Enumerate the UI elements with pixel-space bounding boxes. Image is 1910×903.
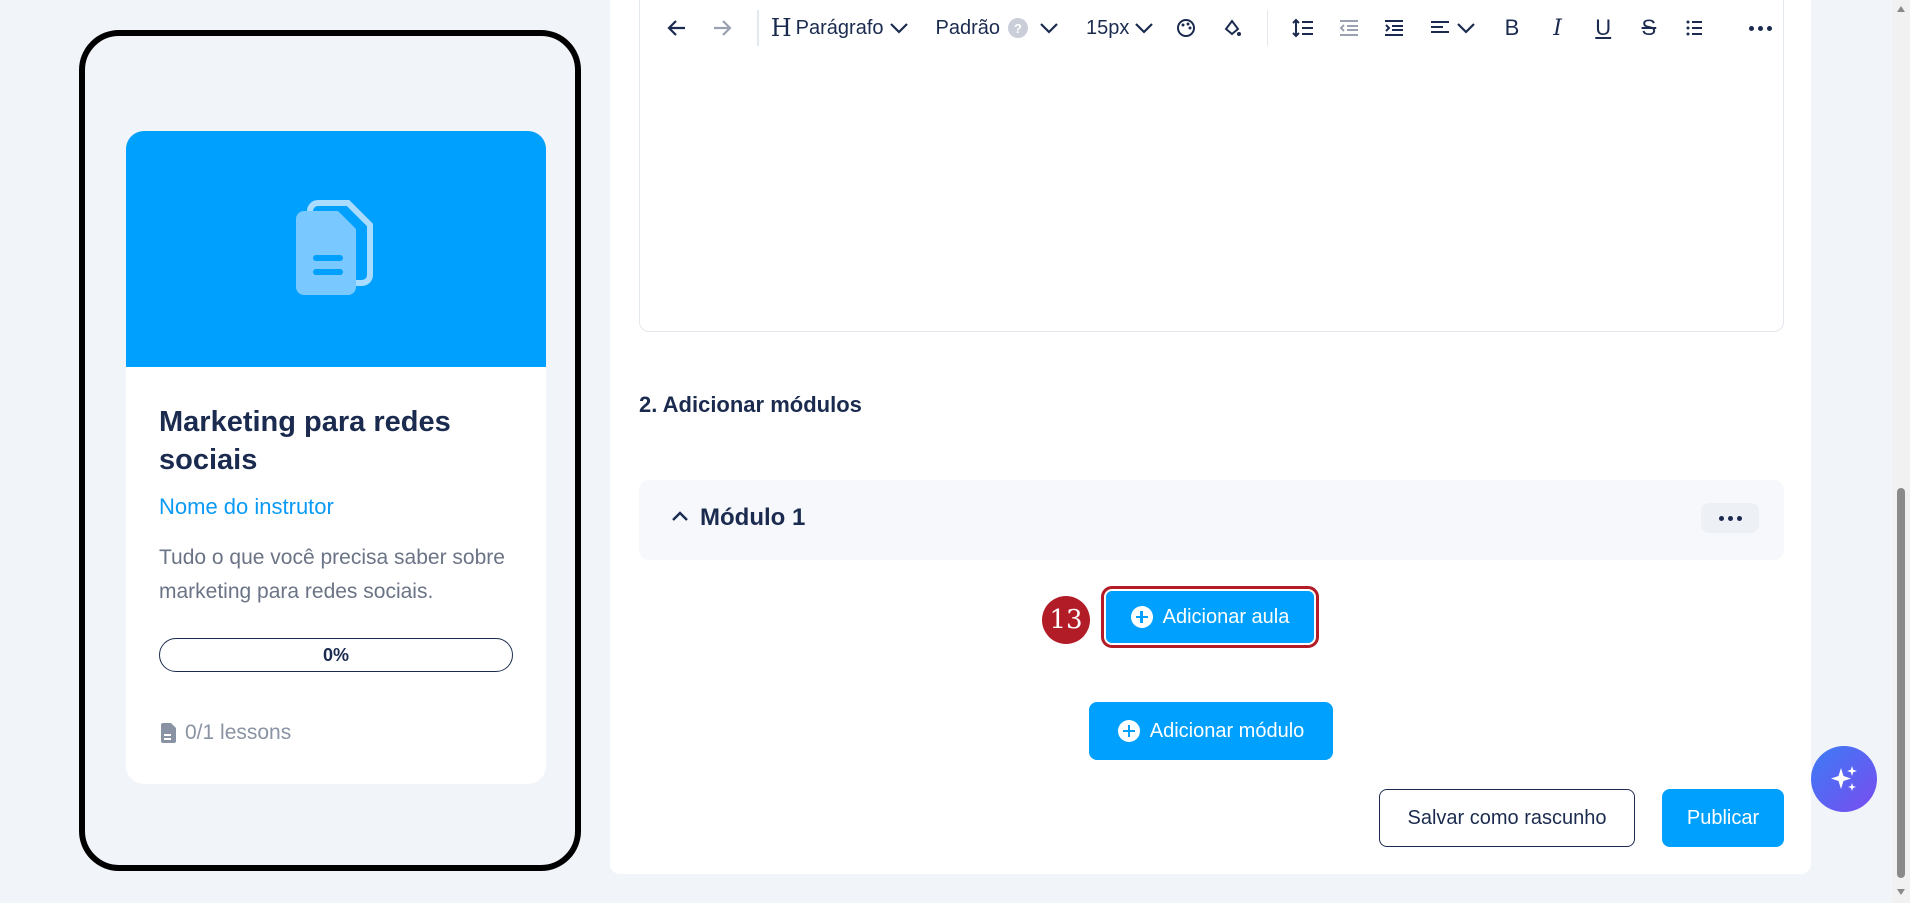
font-select[interactable]: Padrão ? (936, 8, 1061, 48)
scrollbar-thumb[interactable] (1897, 488, 1905, 878)
document-icon (296, 200, 373, 295)
undo-icon[interactable] (654, 8, 700, 48)
chevron-up-icon[interactable] (671, 510, 689, 522)
plus-circle-icon (1130, 606, 1153, 628)
chevron-down-icon (1135, 23, 1154, 34)
underline-icon[interactable]: U (1580, 8, 1626, 48)
block-type-select[interactable]: H Parágrafo (771, 8, 910, 48)
toolbar-divider (757, 10, 759, 46)
block-type-label: Parágrafo (795, 16, 884, 39)
course-title: Marketing para redes sociais (159, 406, 451, 476)
help-icon[interactable]: ? (1008, 18, 1029, 38)
lessons-icon (161, 723, 176, 743)
plus-circle-icon (1117, 720, 1140, 742)
add-module-button[interactable]: Adicionar módulo (1089, 702, 1333, 760)
outdent-icon[interactable] (1326, 8, 1372, 48)
bullet-list-icon[interactable] (1672, 8, 1718, 48)
publish-button[interactable]: Publicar (1662, 789, 1784, 847)
strikethrough-icon[interactable]: S (1626, 8, 1672, 48)
scroll-up-icon[interactable] (1897, 6, 1905, 12)
align-select[interactable] (1417, 8, 1477, 48)
chevron-down-icon (889, 23, 908, 34)
toolbar-divider (1266, 10, 1269, 46)
progress-bar: 0% (159, 638, 513, 672)
more-icon[interactable] (1737, 8, 1783, 48)
page-scrollbar[interactable] (1892, 0, 1910, 903)
italic-icon[interactable]: I (1535, 8, 1581, 48)
module-name: Módulo 1 (700, 504, 806, 531)
add-lesson-button[interactable]: Adicionar aula (1101, 586, 1319, 648)
course-banner (126, 131, 546, 367)
save-draft-button[interactable]: Salvar como rascunho (1379, 789, 1635, 847)
text-color-icon[interactable] (1163, 8, 1209, 48)
line-height-icon[interactable] (1280, 8, 1326, 48)
sparkles-icon (1831, 766, 1857, 791)
font-label: Padrão (935, 16, 1001, 39)
align-left-icon (1431, 21, 1450, 33)
bold-icon[interactable]: B (1489, 8, 1535, 48)
mobile-preview-frame: Marketing para redes sociais Nome do ins… (79, 30, 581, 871)
step-badge: 13 (1042, 596, 1090, 644)
course-card: Marketing para redes sociais Nome do ins… (126, 131, 546, 784)
ai-assistant-button[interactable] (1811, 746, 1877, 812)
lesson-count-label: 0/1 lessons (185, 721, 292, 744)
lesson-count: 0/1 lessons (159, 721, 291, 745)
module-more-icon[interactable] (1701, 503, 1759, 533)
font-size-select[interactable]: 15px (1086, 8, 1155, 48)
font-size-label: 15px (1086, 16, 1130, 39)
chevron-down-icon (1457, 23, 1475, 34)
add-lesson-label: Adicionar aula (1162, 605, 1290, 628)
rich-text-editor[interactable]: H Parágrafo Padrão ? 15px B I U S (639, 0, 1784, 332)
progress-label: 0% (322, 644, 349, 665)
editor-toolbar: H Parágrafo Padrão ? 15px B I U S (640, 0, 1783, 56)
chevron-down-icon (1040, 23, 1058, 34)
indent-icon[interactable] (1371, 8, 1417, 48)
section-title: 2. Adicionar módulos (639, 392, 862, 417)
heading-icon: H (770, 14, 792, 42)
redo-icon[interactable] (700, 8, 746, 48)
add-module-label: Adicionar módulo (1149, 719, 1305, 742)
instructor-name: Nome do instrutor (159, 494, 334, 519)
scroll-down-icon[interactable] (1897, 889, 1905, 895)
module-header[interactable]: Módulo 1 (639, 480, 1784, 560)
highlight-color-icon[interactable] (1209, 8, 1255, 48)
course-description: Tudo o que você precisa saber sobre mark… (159, 546, 505, 603)
course-editor-panel: H Parágrafo Padrão ? 15px B I U S 2. Adi… (610, 0, 1811, 874)
